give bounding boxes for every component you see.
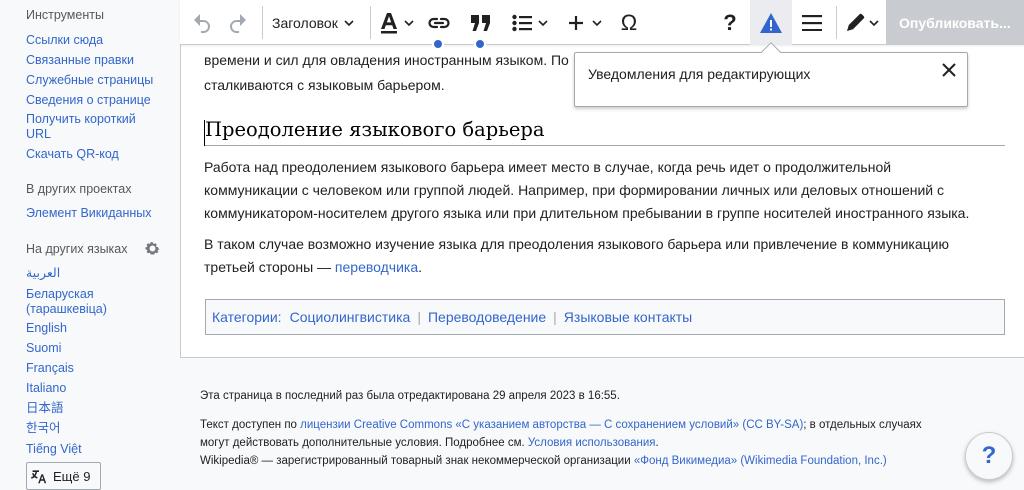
quote-icon [471,14,490,31]
paragraph-line[interactable]: коммуникации с человеком или группой люд… [204,179,1004,202]
last-edited-info: Эта страница в последний раз была отреда… [200,390,620,402]
terms-of-use-link[interactable]: Условия использования [528,437,656,449]
lang-link-be-tarask[interactable]: Беларуская (тарашкевіца) [26,287,116,317]
paragraph-line[interactable]: В таком случае возможно изучение языка д… [204,233,1004,256]
categories-label-link[interactable]: Категории: [212,309,282,325]
gear-icon[interactable] [144,240,161,257]
help-toolbar-button[interactable]: ? [712,0,748,45]
toolbar-separator [262,6,263,39]
lang-link-it[interactable]: Italiano [26,381,166,396]
chevron-down-icon [538,19,548,26]
sidebar-link-short-url[interactable]: Получить короткий URL [26,112,144,142]
page-options-button[interactable] [794,0,830,45]
license-line: Текст доступен по лицензии Creative Comm… [200,417,922,433]
pencil-icon [847,13,865,31]
special-character-button[interactable]: Ω [612,0,646,45]
lang-link-ja[interactable]: 日本語 [26,401,166,416]
footer-text: ; в отдельных случаях [803,419,922,431]
more-languages-button[interactable]: Ещё 9 [26,462,101,490]
chevron-down-icon [869,19,879,26]
other-projects-heading: В других проектах [26,182,132,196]
toolbar-separator [370,6,371,39]
chevron-down-icon [344,19,354,26]
undo-icon [194,13,210,33]
list-icon [512,14,532,31]
lang-link-vi[interactable]: Tiếng Việt [26,442,166,457]
license-line-2: могут действовать дополнительные условия… [200,435,659,451]
chevron-down-icon [403,19,414,26]
quote-indicator-dot [474,38,486,50]
menu-icon [802,14,822,31]
redo-button[interactable] [222,0,254,45]
insert-button[interactable] [562,0,608,45]
heading-format-label: Заголовок [272,14,338,31]
popup-title: Уведомления для редактирующих [588,66,811,82]
help-icon: ? [723,9,737,35]
edit-mode-button[interactable] [840,0,884,45]
category-separator: | [417,309,421,325]
lang-link-ar[interactable]: العربية [26,266,166,281]
category-link[interactable]: Языковые контакты [564,309,692,325]
notices-button[interactable] [750,0,792,45]
link-indicator-dot [432,38,444,50]
publish-button[interactable]: Опубликовать... [886,0,1024,45]
special-char-icon: Ω [620,9,638,35]
category-link[interactable]: Переводоведение [428,309,546,325]
lang-link-fi[interactable]: Suomi [26,341,166,356]
footer-text: . [655,437,659,449]
redo-icon [230,13,246,33]
toolbar-separator [836,6,837,39]
paragraph-text: . [418,259,423,275]
lang-link-fr[interactable]: Français [26,361,166,376]
category-separator: | [553,309,557,325]
sidebar-link-page-info[interactable]: Сведения о странице [26,93,166,108]
languages-heading: На других языках [26,242,128,256]
trademark-line: Wikipedia® — зарегистрированный товарный… [200,453,887,469]
license-link[interactable]: лицензии Creative Commons «С указанием а… [300,419,803,431]
insert-icon [569,15,583,30]
tools-heading: Инструменты [26,8,104,22]
editnotices-popup: Уведомления для редактирующих [574,42,968,107]
sidebar-link-what-links-here[interactable]: Ссылки сюда [26,33,166,48]
category-link[interactable]: Социолингвистика [290,309,411,325]
wikimedia-foundation-link[interactable]: «Фонд Викимедиа» (Wikimedia Foundation, … [634,455,887,467]
lang-link-en[interactable]: English [26,321,166,336]
warning-icon [760,12,782,33]
paragraph-line[interactable]: коммуникатором-носителем другого языка и… [204,202,1004,225]
paragraph-line[interactable]: Работа над преодолением языкового барьер… [204,156,1004,179]
text-style-icon [380,12,397,33]
footer-text: Текст доступен по [200,419,301,431]
paragraph-text: третьей стороны — [204,259,335,275]
chevron-down-icon [592,19,602,26]
heading-format-select[interactable]: Заголовок [268,0,370,45]
close-icon[interactable] [940,61,958,79]
link-icon [428,17,450,28]
undo-button[interactable] [186,0,218,45]
sidebar-link-wikidata[interactable]: Элемент Викиданных [26,206,166,221]
paragraph-line[interactable]: третьей стороны — переводчика. [204,256,1004,279]
sidebar: Инструменты Ссылки сюда Связанные правки… [0,0,180,490]
editor-toolbar: Заголовок Ω ? Опубликовать... [180,0,1024,50]
text-style-button[interactable] [374,0,418,45]
translator-link[interactable]: переводчика [335,259,418,275]
sidebar-link-special-pages[interactable]: Служебные страницы [26,73,166,88]
lang-link-ko[interactable]: 한국어 [26,421,166,436]
category-links: Категории: Социолингвистика | Переводове… [205,299,1005,335]
footer-text: Wikipedia® — зарегистрированный товарный… [200,455,634,467]
sidebar-link-related-changes[interactable]: Связанные правки [26,53,166,68]
sidebar-link-qr-code[interactable]: Скачать QR-код [26,147,166,162]
floating-help-button[interactable]: ? [965,432,1013,480]
footer-text: могут действовать дополнительные условия… [200,437,528,449]
list-button[interactable] [506,0,554,45]
section-heading[interactable]: Преодоление языкового барьера [205,118,1005,146]
more-languages-label: Ещё 9 [53,468,91,484]
translate-icon [31,470,47,484]
